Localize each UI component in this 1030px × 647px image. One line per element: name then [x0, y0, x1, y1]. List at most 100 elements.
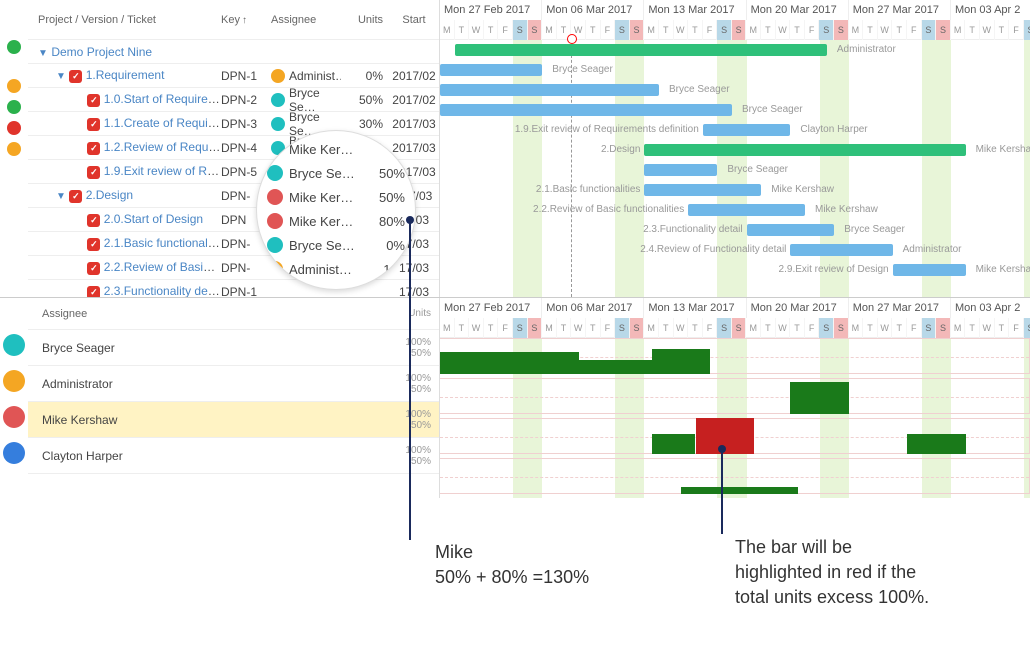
task-row[interactable]: ▼ ✓ 1.1.Create of Requirem…DPN-3Bryce Se… — [28, 112, 439, 136]
timeline-day-label: S — [1024, 20, 1030, 40]
gantt-bar[interactable] — [644, 144, 965, 156]
resource-name: Administrator — [28, 377, 389, 391]
gantt-bar[interactable] — [644, 184, 761, 196]
col-header-name[interactable]: Project / Version / Ticket — [28, 14, 221, 26]
timeline-week-label: Mon 27 Mar 2017 — [849, 0, 951, 20]
avatar-icon — [271, 117, 285, 131]
collapse-icon[interactable]: ▼ — [56, 191, 66, 202]
col-header-units[interactable]: Units — [389, 308, 439, 319]
resource-timeline-row — [440, 378, 1030, 414]
timeline-week-label: Mon 27 Feb 2017 — [440, 298, 542, 318]
timeline-day-label: S — [717, 318, 732, 338]
timeline-day-label: F — [601, 318, 616, 338]
gantt-bar[interactable] — [688, 204, 805, 216]
utilization-bar[interactable] — [652, 349, 710, 374]
utilization-bar[interactable] — [681, 487, 798, 494]
ticket-type-icon: ✓ — [87, 262, 100, 275]
ticket-type-icon: ✓ — [87, 142, 100, 155]
timeline-day-label: T — [659, 318, 674, 338]
gantt-bar-prelabel: 2.1.Basic functionalities — [536, 184, 641, 195]
ticket-type-icon: ✓ — [87, 214, 100, 227]
status-dot — [7, 40, 21, 54]
gantt-bar[interactable] — [790, 244, 892, 256]
avatar-icon — [3, 442, 25, 464]
col-header-units[interactable]: Units — [341, 14, 389, 26]
task-label[interactable]: 1.9.Exit review of Requi… — [104, 164, 221, 178]
resource-timeline[interactable]: Mon 27 Feb 2017Mon 06 Mar 2017Mon 13 Mar… — [440, 298, 1030, 498]
gantt-timeline[interactable]: Mon 27 Feb 2017Mon 06 Mar 2017Mon 13 Mar… — [440, 0, 1030, 297]
timeline-day-label: M — [542, 20, 557, 40]
resource-row[interactable]: Bryce Seager100%50% — [28, 330, 439, 366]
lens-row: Bryce Se…50% — [267, 161, 405, 185]
gantt-bar-label: Administrator — [903, 244, 962, 255]
task-label[interactable]: 1.2.Review of Requirem… — [104, 140, 221, 154]
resource-name: Bryce Seager — [28, 341, 389, 355]
col-header-assignee[interactable]: Assignee — [271, 14, 341, 26]
task-label[interactable]: 2.1.Basic functionalities — [104, 236, 221, 250]
utilization-bar[interactable] — [907, 434, 965, 454]
timeline-day-label: S — [528, 318, 543, 338]
task-label[interactable]: 1.0.Start of Requireme… — [104, 92, 221, 106]
task-label[interactable]: 2.0.Start of Design — [104, 212, 203, 226]
task-label[interactable]: 1.1.Create of Requirem… — [104, 116, 221, 130]
annotation-line — [409, 220, 411, 540]
utilization-bar[interactable] — [652, 434, 696, 454]
task-row[interactable]: ▼ ✓ 1.0.Start of Requireme…DPN-2Bryce Se… — [28, 88, 439, 112]
resource-row[interactable]: Clayton Harper100%50% — [28, 438, 439, 474]
utilization-bar[interactable] — [440, 352, 579, 374]
gantt-bar[interactable] — [747, 224, 835, 236]
avatar-icon — [3, 370, 25, 392]
timeline-day-label: F — [1009, 318, 1024, 338]
gantt-bar[interactable] — [455, 44, 827, 56]
utilization-bar[interactable] — [579, 360, 652, 374]
timeline-week-label: Mon 06 Mar 2017 — [542, 0, 644, 20]
resource-units-ticks: 100%50% — [389, 409, 439, 431]
timeline-day-label: W — [776, 20, 791, 40]
gantt-bar-label: Bryce Seager — [727, 164, 788, 175]
gantt-bar[interactable] — [440, 104, 732, 116]
timeline-day-label: S — [936, 318, 951, 338]
ticket-type-icon: ✓ — [87, 286, 100, 297]
col-header-start[interactable]: Start — [389, 14, 439, 26]
task-row[interactable]: ▼ ✓ 2.3.Functionality detailDPN-117/03 — [28, 280, 439, 297]
timeline-day-label: T — [965, 20, 980, 40]
gantt-bar[interactable] — [440, 84, 659, 96]
ticket-type-icon: ✓ — [69, 70, 82, 83]
resource-row[interactable]: Administrator100%50% — [28, 366, 439, 402]
gantt-bar[interactable] — [893, 264, 966, 276]
task-label[interactable]: 1.Requirement — [86, 68, 165, 82]
avatar-icon — [271, 69, 285, 83]
timeline-day-label: S — [834, 318, 849, 338]
timeline-day-label: T — [761, 318, 776, 338]
timeline-day-label: W — [980, 20, 995, 40]
timeline-week-label: Mon 13 Mar 2017 — [644, 298, 746, 318]
task-label[interactable]: 2.Design — [86, 188, 133, 202]
col-header-key[interactable]: Key↑ — [221, 14, 271, 26]
task-key: DPN-1 — [221, 285, 271, 298]
task-start: 17/03 — [389, 285, 439, 298]
timeline-week-label: Mon 13 Mar 2017 — [644, 0, 746, 20]
utilization-bar[interactable] — [790, 382, 848, 414]
task-label[interactable]: 2.2.Review of Basic fun… — [104, 260, 221, 274]
timeline-day-label: S — [1024, 318, 1030, 338]
timeline-week-label: Mon 20 Mar 2017 — [747, 0, 849, 20]
gantt-bar[interactable] — [644, 164, 717, 176]
collapse-icon[interactable]: ▼ — [56, 71, 66, 82]
timeline-day-label: T — [586, 20, 601, 40]
gantt-bar-label: Mike Kershaw — [771, 184, 834, 195]
timeline-day-label: W — [571, 318, 586, 338]
resources-grid: Assignee Units Bryce Seager100%50%Admini… — [28, 298, 439, 498]
task-label[interactable]: 2.3.Functionality detail — [104, 284, 221, 297]
resource-row[interactable]: Mike Kershaw100%50% — [28, 402, 439, 438]
task-row[interactable]: ▼ ✓ 1.RequirementDPN-1Administ…0%2017/02 — [28, 64, 439, 88]
collapse-icon[interactable]: ▼ — [38, 48, 48, 59]
timeline-day-label: T — [557, 318, 572, 338]
gantt-bar[interactable] — [703, 124, 791, 136]
timeline-day-label: T — [995, 20, 1010, 40]
task-row[interactable]: ▼ Demo Project Nine — [28, 40, 439, 64]
col-header-assignee[interactable]: Assignee — [28, 308, 389, 320]
task-label[interactable]: Demo Project Nine — [51, 45, 152, 59]
gantt-bar[interactable] — [440, 64, 542, 76]
ticket-type-icon: ✓ — [87, 166, 100, 179]
timeline-day-label: F — [805, 20, 820, 40]
